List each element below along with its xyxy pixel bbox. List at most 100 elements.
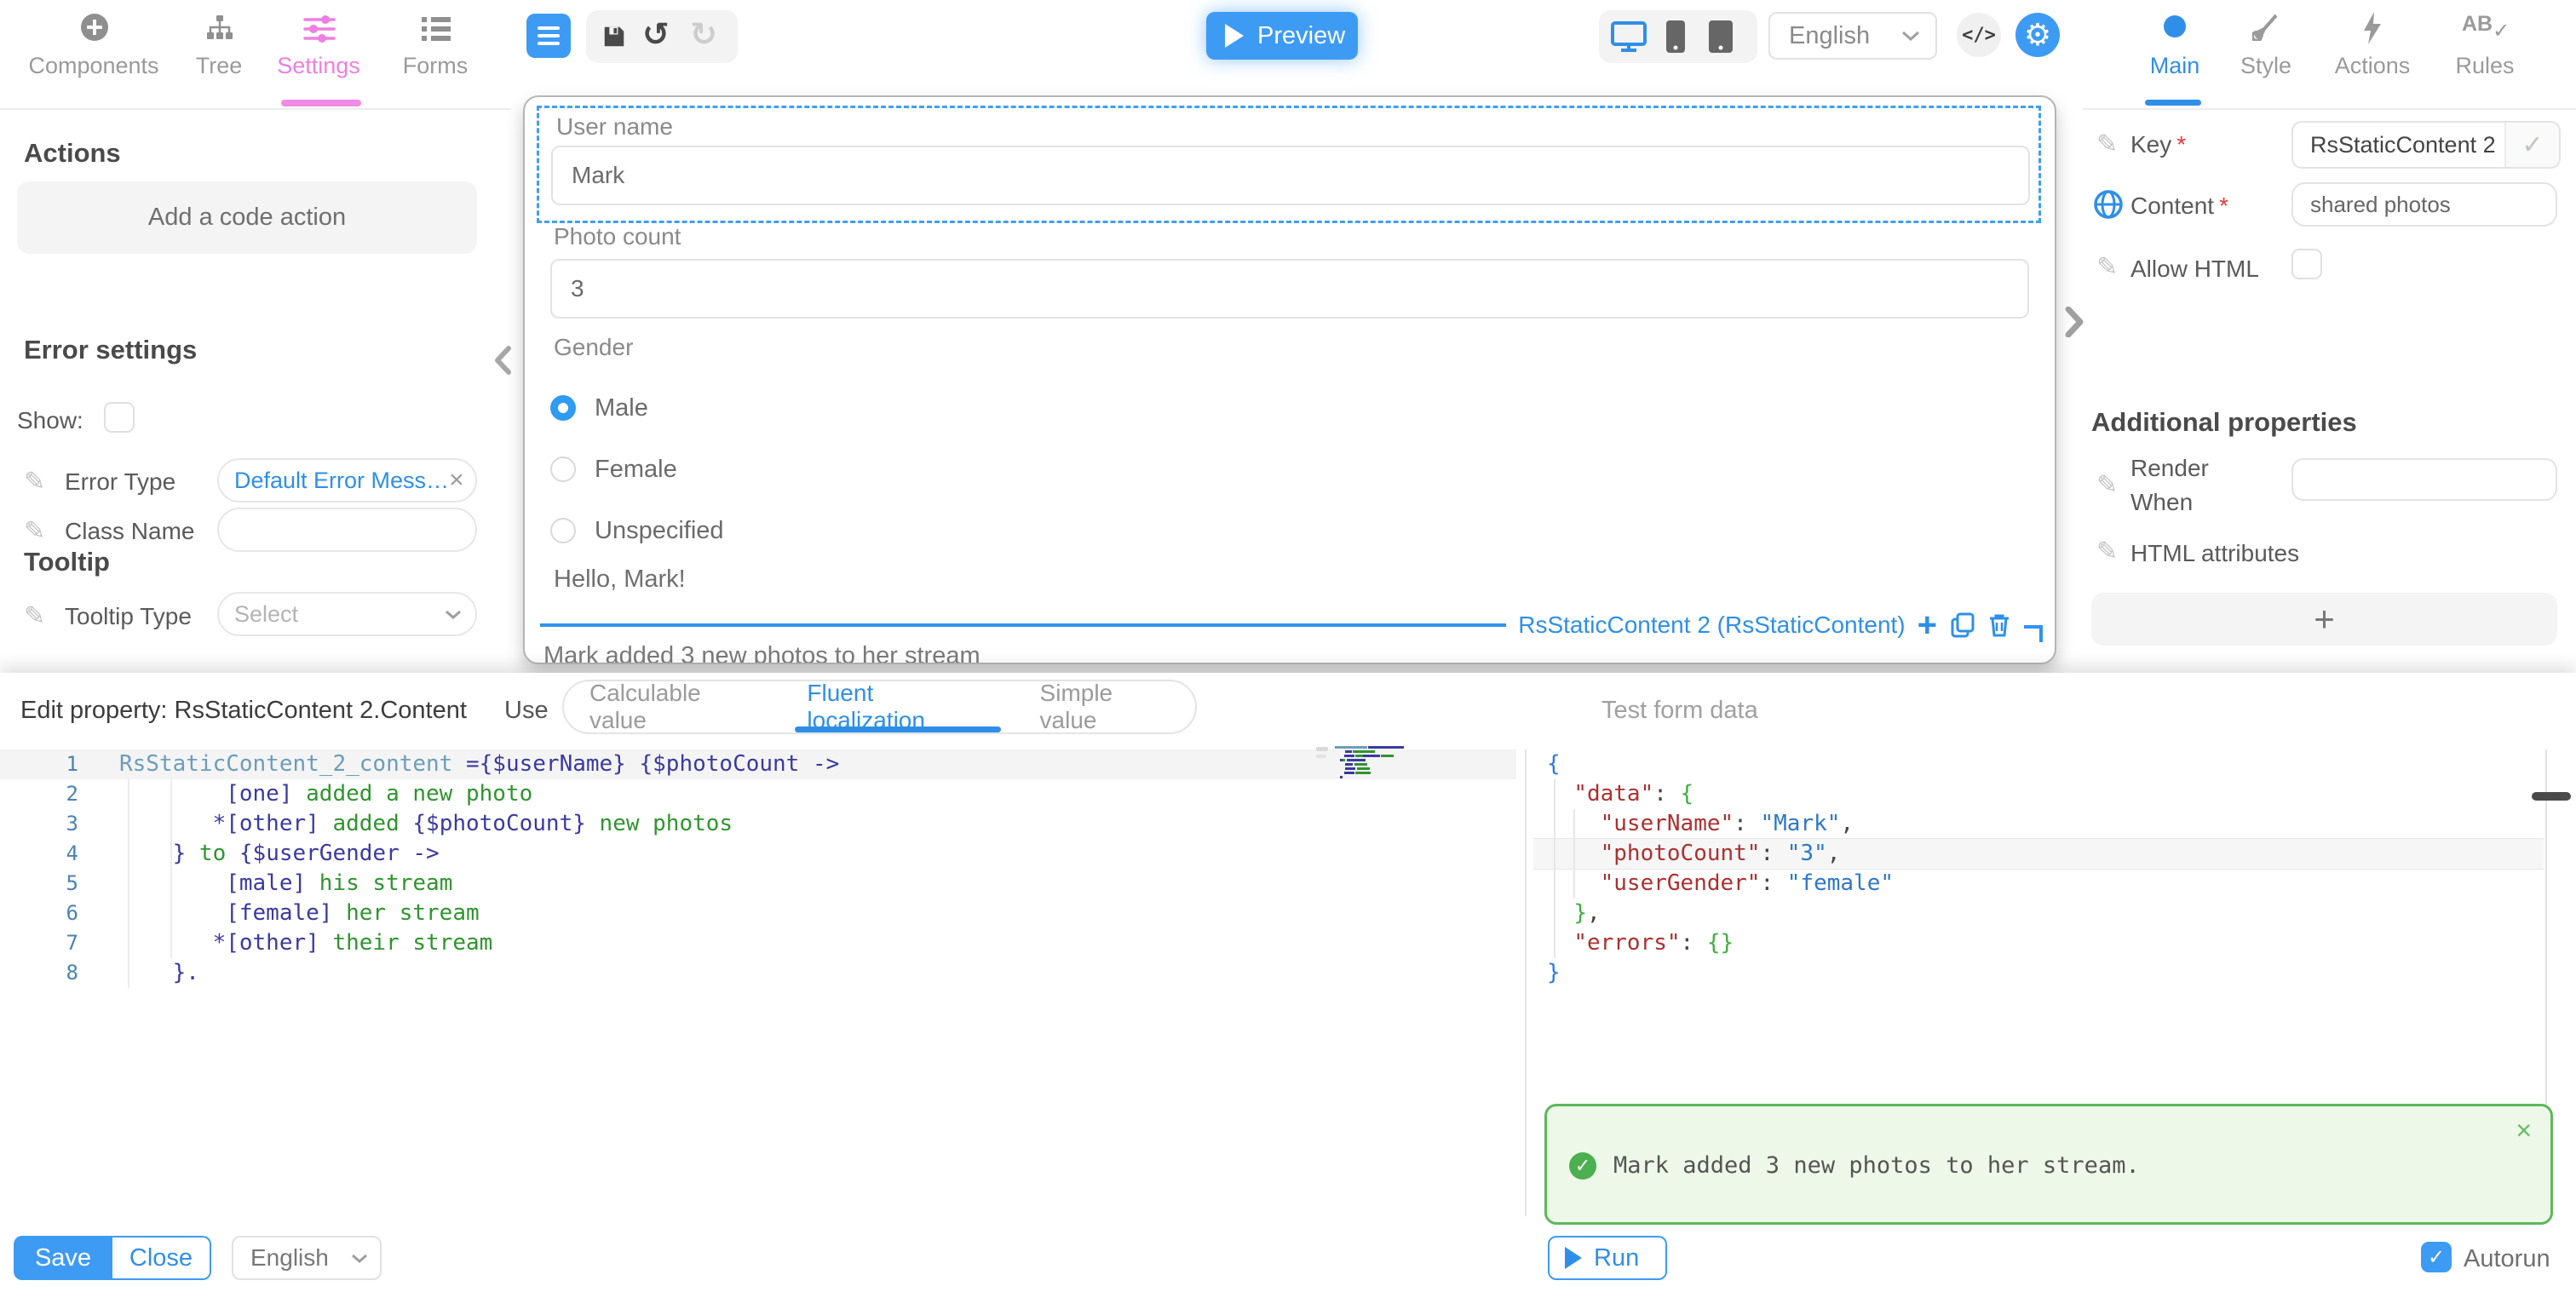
radio-option-male[interactable]: Male <box>550 395 648 421</box>
language-select-bottom[interactable]: English <box>232 1236 382 1280</box>
radio-option-unspecified[interactable]: Unspecified <box>550 518 724 543</box>
code-line[interactable]: "userGender": "female" <box>1533 869 2544 899</box>
code-line[interactable]: 3 *[other] added {$photoCount} new photo… <box>0 809 1516 839</box>
tab-rules[interactable]: AB✓ Rules <box>2438 9 2532 90</box>
delete-icon[interactable] <box>1988 612 2010 638</box>
code-icon: </> <box>1962 25 1996 46</box>
error-type-chip[interactable]: Default Error Mess… × <box>217 458 477 502</box>
menu-button[interactable] <box>526 14 571 58</box>
hovered-component-clipped-text: Mark added 3 new photos to her stream <box>543 642 980 664</box>
fluent-code-editor[interactable]: 1RsStaticContent_2_content ={$userName} … <box>0 749 1516 988</box>
tab-simple-value[interactable]: Simple value <box>1015 681 1195 732</box>
selected-component-outline[interactable]: User name Mark <box>537 106 2041 223</box>
code-line[interactable]: "userName": "Mark", <box>1533 809 2544 839</box>
source-code-button[interactable]: </> <box>1957 13 2001 57</box>
code-line[interactable]: }, <box>1533 899 2544 928</box>
content-input[interactable]: shared photos <box>2291 182 2557 227</box>
form-canvas: User name Mark Photo count 3 Gender Male… <box>523 95 2056 664</box>
undo-icon[interactable]: ↺ <box>642 15 670 54</box>
radio-icon[interactable] <box>550 518 576 543</box>
tab-calculable-value[interactable]: Calculable value <box>564 681 781 732</box>
save-button[interactable]: Save <box>14 1236 112 1280</box>
save-close-group: Save Close <box>14 1236 211 1280</box>
collapse-right-panel-icon[interactable] <box>2065 307 2084 337</box>
key-confirm-segment[interactable]: ✓ <box>2504 123 2559 167</box>
close-alert-icon[interactable]: × <box>2516 1115 2532 1146</box>
render-when-input[interactable] <box>2291 458 2557 501</box>
add-property-button[interactable]: + <box>2091 593 2557 646</box>
chevron-down-icon <box>351 1254 368 1263</box>
clear-icon[interactable]: × <box>449 466 464 495</box>
code-line[interactable]: 2 [one] added a new photo <box>0 779 1516 809</box>
add-component-icon[interactable]: + <box>1918 612 1937 638</box>
pencil-icon[interactable]: ✎ <box>2096 470 2118 500</box>
tab-fluent-localization[interactable]: Fluent localization <box>781 681 1014 732</box>
pencil-icon[interactable]: ✎ <box>24 467 45 497</box>
form-settings-button[interactable]: ⚙ <box>2015 13 2060 57</box>
duplicate-icon[interactable] <box>1951 612 1975 638</box>
radio-icon[interactable] <box>550 457 576 482</box>
user-name-input[interactable]: Mark <box>551 146 2030 205</box>
globe-icon[interactable] <box>2093 189 2124 220</box>
hovered-component-label[interactable]: RsStaticContent 2 (RsStaticContent) <box>1518 612 1905 639</box>
language-select-top[interactable]: English <box>1768 12 1937 60</box>
phone-icon[interactable] <box>1665 20 1686 54</box>
code-line[interactable]: "errors": {} <box>1533 928 2544 958</box>
code-line[interactable]: 8 }. <box>0 958 1516 988</box>
desktop-icon[interactable] <box>1611 21 1647 52</box>
class-name-input[interactable] <box>217 508 477 552</box>
gear-icon: ⚙ <box>2024 13 2051 57</box>
actions-heading: Actions <box>24 138 121 169</box>
tab-style[interactable]: Style <box>2225 9 2307 90</box>
run-label: Run <box>1594 1244 1639 1272</box>
radio-option-female[interactable]: Female <box>550 457 677 482</box>
pencil-icon[interactable]: ✎ <box>24 516 45 546</box>
run-button[interactable]: Run <box>1548 1236 1667 1280</box>
error-type-label: Error Type <box>65 468 175 496</box>
redo-icon[interactable]: ↻ <box>690 15 717 54</box>
tab-forms[interactable]: Forms <box>393 9 478 90</box>
code-line[interactable]: 7 *[other] their stream <box>0 928 1516 958</box>
radio-selected-icon[interactable] <box>550 395 576 421</box>
editor-scrollbar-thumb[interactable] <box>2532 792 2571 801</box>
plus-circle-icon <box>81 14 108 41</box>
close-button[interactable]: Close <box>112 1236 211 1280</box>
tab-tree[interactable]: Tree <box>176 9 262 90</box>
code-line[interactable]: 4 } to {$userGender -> <box>0 839 1516 869</box>
key-input[interactable]: RsStaticContent 2 ✓ <box>2291 121 2561 169</box>
code-line[interactable]: 6 [female] her stream <box>0 899 1516 928</box>
autorun-checkbox[interactable]: ✓ <box>2421 1242 2452 1272</box>
pencil-icon[interactable]: ✎ <box>2096 537 2118 566</box>
tab-main[interactable]: Main <box>2134 9 2216 90</box>
tab-actions[interactable]: Actions <box>2321 9 2424 90</box>
play-icon <box>1565 1247 1582 1269</box>
gender-label: Gender <box>554 334 633 361</box>
code-line[interactable]: 5 [male] his stream <box>0 869 1516 899</box>
pencil-icon[interactable]: ✎ <box>24 601 45 631</box>
test-data-editor[interactable]: { "data": { "userName": "Mark", "photoCo… <box>1533 749 2544 988</box>
add-code-action-button[interactable]: Add a code action <box>17 181 477 254</box>
show-errors-checkbox[interactable] <box>104 402 135 433</box>
code-line[interactable]: "data": { <box>1533 779 2544 809</box>
test-form-data-title: Test form data <box>1601 697 1758 725</box>
radio-label: Male <box>595 394 648 422</box>
tooltip-type-select[interactable]: Select <box>217 592 477 636</box>
code-line[interactable]: "photoCount": "3", <box>1533 839 2544 869</box>
tab-components[interactable]: Components <box>17 9 170 90</box>
code-line[interactable]: 1RsStaticContent_2_content ={$userName} … <box>0 749 1516 779</box>
key-label: Key <box>2130 131 2171 158</box>
property-editor-panel: Edit property: RsStaticContent 2.Content… <box>0 673 2576 1315</box>
tablet-icon[interactable] <box>1708 20 1734 54</box>
collapse-left-panel-icon[interactable] <box>494 346 511 375</box>
allow-html-checkbox[interactable] <box>2291 249 2322 279</box>
photo-count-input[interactable]: 3 <box>550 259 2029 319</box>
pencil-icon[interactable]: ✎ <box>2096 129 2118 159</box>
code-line[interactable]: } <box>1533 958 2544 988</box>
indent-guide <box>170 779 172 958</box>
key-value: RsStaticContent 2 <box>2310 132 2496 158</box>
preview-button[interactable]: Preview <box>1206 12 1358 60</box>
code-line[interactable]: { <box>1533 749 2544 779</box>
pencil-icon[interactable]: ✎ <box>2096 252 2118 282</box>
tab-settings[interactable]: Settings <box>276 9 361 90</box>
save-icon[interactable] <box>601 24 627 49</box>
